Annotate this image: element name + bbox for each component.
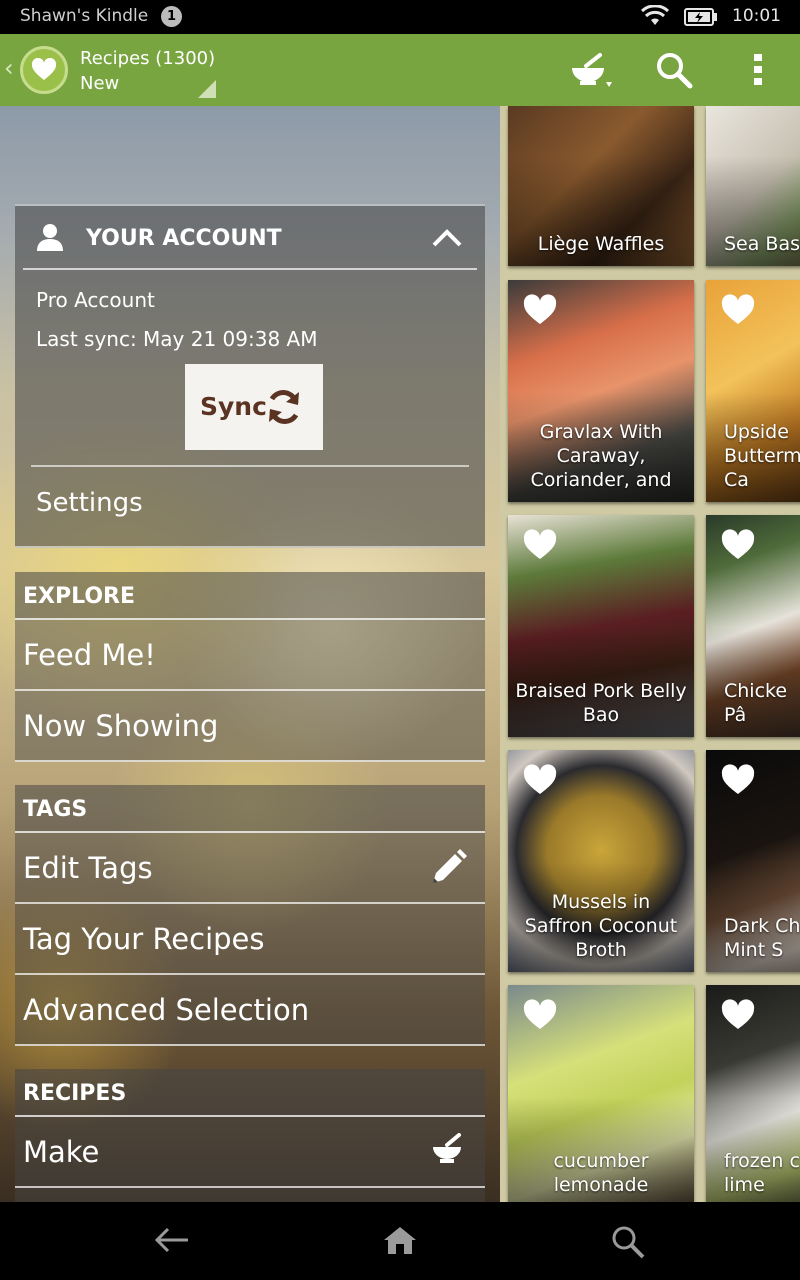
advanced-selection-item[interactable]: Advanced Selection — [15, 975, 485, 1046]
now-showing-item[interactable]: Now Showing — [15, 691, 485, 762]
recipe-name: Liège Waffles — [537, 233, 665, 255]
overflow-menu-icon[interactable] — [740, 34, 776, 106]
recipe-name: frozen c lime — [724, 1150, 800, 1196]
bowl-icon[interactable] — [562, 34, 618, 106]
next-item[interactable] — [15, 1188, 485, 1202]
recipe-card[interactable]: Mussels in Saffron Coconut Broth — [508, 750, 694, 972]
favorite-heart-icon[interactable] — [522, 999, 558, 1035]
favorite-heart-icon[interactable] — [522, 529, 558, 565]
make-label: Make — [23, 1135, 100, 1169]
recipe-card[interactable]: Braised Pork Belly Bao — [508, 515, 694, 737]
recipe-name: cucumber lemonade — [553, 1150, 649, 1196]
recipes-header: RECIPES — [15, 1069, 485, 1117]
last-sync-text: Last sync: May 21 09:38 AM — [36, 327, 318, 351]
favorite-heart-icon[interactable] — [720, 294, 756, 330]
home-icon[interactable] — [382, 1224, 418, 1260]
tag-your-recipes-item[interactable]: Tag Your Recipes — [15, 904, 485, 975]
favorite-heart-icon[interactable] — [720, 529, 756, 565]
action-bar: ‹ Recipes (1300) New — [0, 34, 800, 106]
app-logo-icon[interactable] — [20, 46, 68, 94]
feed-me-item[interactable]: Feed Me! — [15, 620, 485, 691]
divider — [31, 465, 469, 467]
recipe-card[interactable]: Upside Butterm Ca — [706, 280, 800, 502]
recipe-name: Braised Pork Belly Bao — [515, 680, 687, 726]
recipe-name: Sea Bas — [724, 233, 800, 255]
edit-tags-item[interactable]: Edit Tags — [15, 833, 485, 904]
bowl-icon — [431, 1133, 467, 1172]
favorite-heart-icon[interactable] — [720, 764, 756, 800]
recipe-name: Mussels in Saffron Coconut Broth — [524, 891, 678, 961]
device-name: Shawn's Kindle — [20, 6, 149, 26]
battery-icon — [684, 7, 718, 31]
edit-tags-label: Edit Tags — [23, 851, 153, 885]
recipe-card[interactable]: frozen c lime — [706, 985, 800, 1202]
recipe-name: Gravlax With Caraway, Coriander, and — [530, 421, 672, 491]
feed-me-label: Feed Me! — [23, 638, 156, 672]
recipe-name: Chicke Pâ — [724, 680, 788, 726]
tag-your-recipes-label: Tag Your Recipes — [23, 922, 265, 956]
recipe-name: Dark Ch Mint S — [724, 915, 800, 961]
account-header-label: YOUR ACCOUNT — [86, 226, 282, 251]
system-nav-bar — [0, 1202, 800, 1280]
status-bar: Shawn's Kindle 1 10:01 — [0, 0, 800, 34]
dropdown-indicator-icon[interactable] — [198, 80, 216, 98]
recipe-grid: Liège Waffles Sea Bas Gravlax With Caraw… — [500, 106, 800, 1202]
account-plan: Pro Account — [36, 288, 155, 312]
up-chevron-icon[interactable]: ‹ — [4, 54, 14, 82]
favorite-heart-icon[interactable] — [720, 999, 756, 1035]
wifi-icon — [640, 4, 670, 31]
favorite-heart-icon[interactable] — [522, 764, 558, 800]
recipe-card[interactable]: Gravlax With Caraway, Coriander, and — [508, 280, 694, 502]
back-arrow-icon[interactable] — [154, 1224, 190, 1260]
now-showing-label: Now Showing — [23, 709, 219, 743]
settings-item[interactable]: Settings — [36, 488, 143, 518]
sort-subtitle[interactable]: New — [80, 73, 119, 94]
sync-icon — [263, 386, 305, 432]
advanced-selection-label: Advanced Selection — [23, 993, 310, 1027]
search-icon[interactable] — [648, 34, 700, 106]
tags-header: TAGS — [15, 785, 485, 833]
recipe-card[interactable]: Chicke Pâ — [706, 515, 800, 737]
recipe-card[interactable]: Dark Ch Mint S — [706, 750, 800, 972]
recipes-section: RECIPES Make — [15, 1069, 485, 1202]
account-header[interactable]: YOUR ACCOUNT — [23, 206, 477, 270]
recipe-card[interactable]: Sea Bas — [706, 106, 800, 266]
navigation-drawer: YOUR ACCOUNT Pro Account Last sync: May … — [0, 106, 500, 1202]
explore-section: EXPLORE Feed Me! Now Showing — [15, 572, 485, 762]
recipe-card[interactable]: cucumber lemonade — [508, 985, 694, 1202]
person-icon — [35, 222, 65, 256]
sync-button-label: Sync — [200, 392, 267, 421]
recipe-card[interactable]: Liège Waffles — [508, 106, 694, 266]
recipe-name: Upside Butterm Ca — [724, 421, 800, 491]
pencil-icon — [429, 849, 467, 894]
search-icon[interactable] — [610, 1224, 646, 1264]
notification-badge[interactable]: 1 — [161, 6, 182, 27]
clock: 10:01 — [732, 6, 781, 26]
favorite-heart-icon[interactable] — [522, 294, 558, 330]
explore-header: EXPLORE — [15, 572, 485, 620]
make-item[interactable]: Make — [15, 1117, 485, 1188]
sync-button[interactable]: Sync — [185, 364, 323, 450]
collection-title[interactable]: Recipes (1300) — [80, 48, 215, 69]
tags-section: TAGS Edit Tags Tag Your Recipes Advanced… — [15, 785, 485, 1046]
collapse-chevron-icon[interactable] — [431, 228, 463, 252]
account-panel: YOUR ACCOUNT Pro Account Last sync: May … — [15, 204, 485, 548]
